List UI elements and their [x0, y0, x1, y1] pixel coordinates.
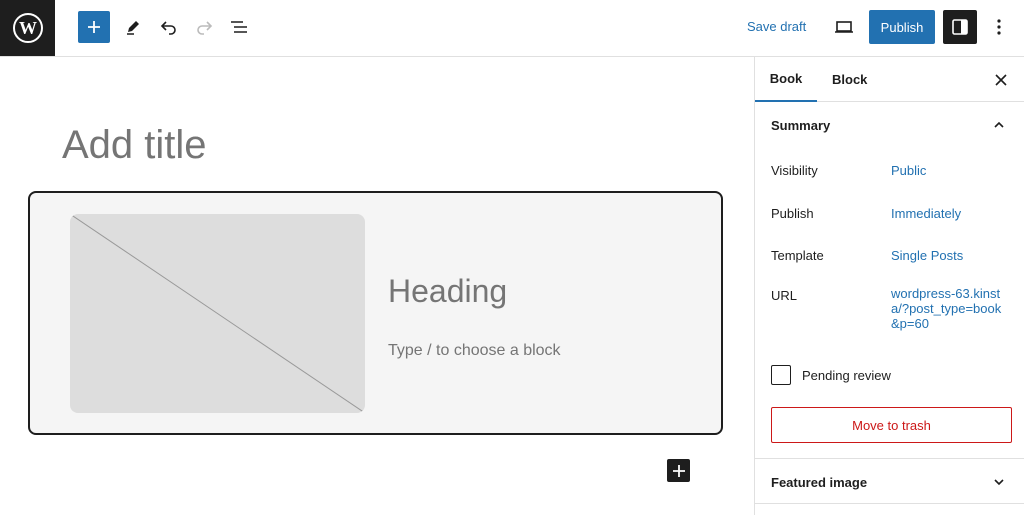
panel-divider [755, 503, 1024, 504]
publish-date-button[interactable]: Immediately [891, 206, 961, 221]
pending-review-checkbox[interactable] [771, 365, 791, 385]
desktop-preview-icon [835, 21, 853, 33]
pencil-icon [127, 21, 139, 35]
visibility-value-button[interactable]: Public [891, 163, 926, 178]
close-icon [995, 74, 1007, 86]
panel-divider [755, 458, 1024, 459]
preview-button[interactable] [828, 11, 860, 43]
settings-toggle-button[interactable] [943, 10, 977, 44]
block-inserter-button[interactable] [78, 11, 110, 43]
summary-panel-title[interactable]: Summary [771, 118, 830, 133]
url-label: URL [771, 288, 798, 303]
chevron-down-icon [994, 479, 1004, 486]
summary-collapse-toggle[interactable] [990, 116, 1008, 134]
svg-text:W: W [19, 18, 37, 38]
media-placeholder[interactable] [70, 214, 365, 413]
paragraph-block[interactable]: Type / to choose a block [388, 342, 561, 360]
editor-canvas: Add title Heading Type / to choose a blo… [0, 57, 754, 515]
wordpress-logo-icon[interactable]: W [0, 0, 55, 56]
redo-button[interactable] [188, 11, 220, 43]
tab-book[interactable]: Book [755, 57, 817, 102]
pending-review-label[interactable]: Pending review [802, 368, 891, 383]
undo-button[interactable] [153, 11, 185, 43]
move-to-trash-button[interactable]: Move to trash [771, 407, 1012, 443]
visibility-label: Visibility [771, 163, 818, 178]
heading-block[interactable]: Heading [388, 273, 507, 310]
sidebar-tabs: Book Block [755, 57, 1024, 102]
featured-image-expand-toggle[interactable] [990, 473, 1008, 491]
publish-label: Publish [771, 206, 814, 221]
redo-icon [197, 21, 213, 35]
plus-icon [672, 464, 685, 477]
settings-sidebar: Book Block Summary Visibility Public Pub… [754, 57, 1024, 515]
tab-block[interactable]: Block [832, 57, 867, 102]
options-button[interactable] [983, 11, 1015, 43]
add-block-button[interactable] [667, 459, 690, 482]
save-draft-button[interactable]: Save draft [747, 19, 806, 34]
top-toolbar: W Save draft Publish [0, 0, 1024, 57]
document-overview-button[interactable] [223, 11, 255, 43]
post-title-input[interactable]: Add title [62, 123, 207, 168]
publish-button[interactable]: Publish [869, 10, 935, 44]
media-text-block[interactable]: Heading Type / to choose a block [28, 191, 723, 435]
chevron-up-icon [994, 121, 1004, 128]
list-view-icon [231, 21, 247, 33]
more-vertical-icon [997, 19, 1001, 35]
editor-app: W Save draft Publish Add title Heading T… [0, 0, 1024, 515]
plus-icon [88, 21, 100, 33]
tools-button[interactable] [117, 11, 149, 43]
close-sidebar-button[interactable] [991, 70, 1011, 90]
featured-image-panel-title[interactable]: Featured image [771, 475, 867, 490]
template-button[interactable]: Single Posts [891, 248, 963, 263]
sidebar-icon [952, 19, 968, 35]
url-value-link[interactable]: wordpress-63.kinsta/?post_type=book&p=60 [891, 286, 1009, 331]
undo-icon [160, 21, 176, 35]
template-label: Template [771, 248, 824, 263]
placeholder-diagonal [70, 214, 365, 413]
